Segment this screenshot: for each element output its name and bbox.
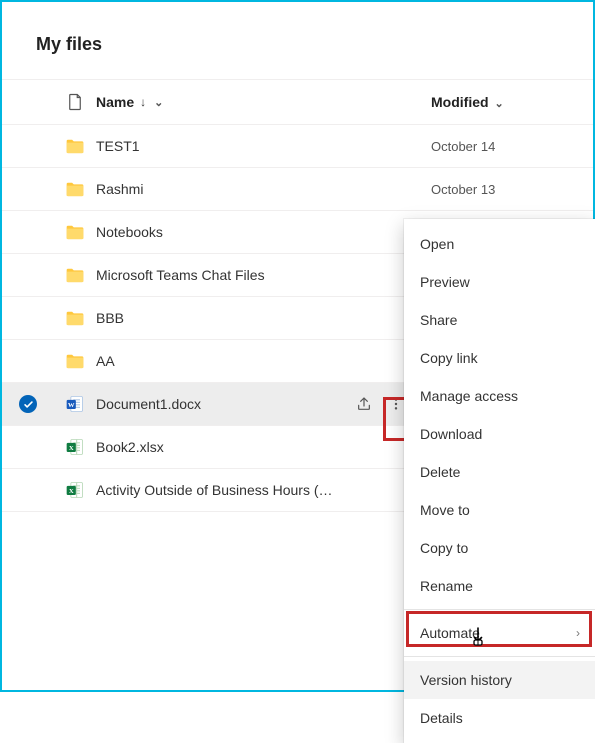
chevron-down-icon: ⌄ <box>494 98 503 110</box>
file-name-label: AA <box>96 353 115 369</box>
file-name-label: Microsoft Teams Chat Files <box>96 267 265 283</box>
sort-arrow-icon: ↓ <box>140 95 146 109</box>
table-row[interactable]: TEST1 October 14 <box>2 125 593 168</box>
file-name-label: Document1.docx <box>96 396 201 412</box>
context-menu: Open Preview Share Copy link Manage access Do… <box>404 219 595 743</box>
page-title: My files <box>2 2 593 79</box>
word-icon: W <box>54 394 96 414</box>
svg-text:X: X <box>69 488 74 495</box>
modified-cell: October 14 <box>415 139 593 154</box>
file-name-label: TEST1 <box>96 138 140 154</box>
menu-item-delete[interactable]: Delete <box>404 453 595 491</box>
folder-icon <box>54 179 96 199</box>
menu-item-share[interactable]: Share <box>404 301 595 339</box>
modified-column-header[interactable]: Modified ⌄ <box>415 94 593 110</box>
file-name[interactable]: Microsoft Teams Chat Files <box>96 267 343 283</box>
menu-item-label: Automate <box>420 625 480 641</box>
menu-separator <box>404 656 595 657</box>
file-name[interactable]: BBB <box>96 310 343 326</box>
file-name-label: BBB <box>96 310 124 326</box>
svg-text:X: X <box>69 445 74 452</box>
menu-item-label: Copy link <box>420 350 478 366</box>
chevron-down-icon: ⌄ <box>154 96 163 109</box>
file-name[interactable]: Activity Outside of Business Hours (10-1… <box>96 482 343 498</box>
menu-item-preview[interactable]: Preview <box>404 263 595 301</box>
folder-icon <box>54 351 96 371</box>
file-name-label: Book2.xlsx <box>96 439 164 455</box>
menu-item-open[interactable]: Open <box>404 225 595 263</box>
table-row[interactable]: Rashmi October 13 <box>2 168 593 211</box>
menu-item-label: Rename <box>420 578 473 594</box>
modified-header-label: Modified <box>431 94 489 110</box>
row-select[interactable] <box>2 395 54 413</box>
file-name[interactable]: Rashmi <box>96 181 343 197</box>
menu-item-label: Preview <box>420 274 470 290</box>
menu-item-details[interactable]: Details <box>404 699 595 737</box>
folder-icon <box>54 265 96 285</box>
menu-item-label: Open <box>420 236 454 252</box>
menu-item-label: Copy to <box>420 540 468 556</box>
file-name-label: Notebooks <box>96 224 163 240</box>
name-column-header[interactable]: Name ↓ ⌄ <box>96 94 343 110</box>
file-name[interactable]: AA <box>96 353 343 369</box>
chevron-right-icon: › <box>576 626 580 640</box>
menu-item-label: Download <box>420 426 482 442</box>
menu-item-label: Details <box>420 710 463 726</box>
menu-separator <box>404 609 595 610</box>
table-header: Name ↓ ⌄ Modified ⌄ <box>2 79 593 125</box>
menu-item-manage-access[interactable]: Manage access <box>404 377 595 415</box>
file-name-label: Rashmi <box>96 181 143 197</box>
menu-item-label: Version history <box>420 672 512 688</box>
excel-icon: X <box>54 437 96 457</box>
file-name-label: Activity Outside of Business Hours (10-1… <box>96 482 333 498</box>
file-name[interactable]: Book2.xlsx <box>96 439 343 455</box>
modified-cell: October 13 <box>415 182 593 197</box>
menu-item-label: Share <box>420 312 457 328</box>
name-header-label: Name <box>96 94 134 110</box>
folder-icon <box>54 136 96 156</box>
type-column-header[interactable] <box>54 91 96 113</box>
file-name[interactable]: TEST1 <box>96 138 343 154</box>
share-button[interactable] <box>351 391 377 417</box>
menu-item-version-history[interactable]: Version history <box>404 661 595 699</box>
menu-item-copy-link[interactable]: Copy link <box>404 339 595 377</box>
menu-item-label: Manage access <box>420 388 518 404</box>
menu-item-label: Move to <box>420 502 470 518</box>
menu-item-rename[interactable]: Rename <box>404 567 595 605</box>
file-icon <box>66 91 84 113</box>
folder-icon <box>54 308 96 328</box>
svg-text:W: W <box>68 402 75 409</box>
checkmark-icon <box>19 395 37 413</box>
menu-item-automate[interactable]: Automate › <box>404 614 595 652</box>
menu-item-copy-to[interactable]: Copy to <box>404 529 595 567</box>
menu-item-move-to[interactable]: Move to <box>404 491 595 529</box>
excel-icon: X <box>54 480 96 500</box>
file-name[interactable]: Notebooks <box>96 224 343 240</box>
menu-item-download[interactable]: Download <box>404 415 595 453</box>
folder-icon <box>54 222 96 242</box>
file-name[interactable]: Document1.docx <box>96 396 343 412</box>
menu-item-label: Delete <box>420 464 460 480</box>
